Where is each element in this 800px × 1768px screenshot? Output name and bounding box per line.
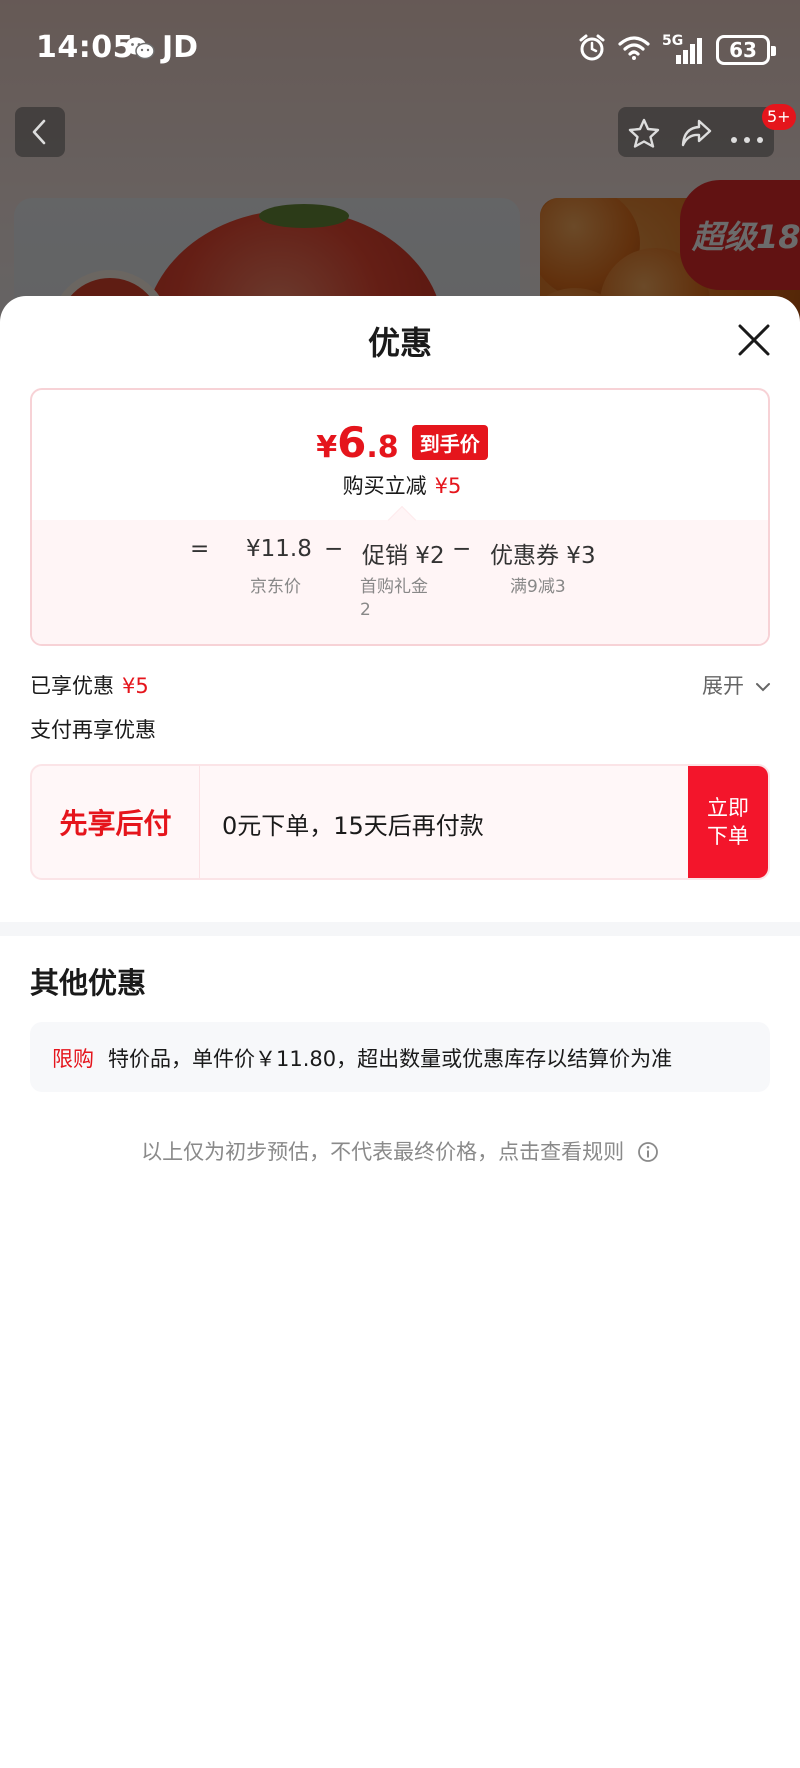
enjoyed-discount-row: 已享优惠 ¥5: [30, 670, 149, 700]
back-button[interactable]: [15, 107, 65, 157]
status-bar: 14:05 JD 5G 63: [0, 0, 800, 100]
buy-now-pay-later-card[interactable]: 先享后付 0元下单，15天后再付款 立即下单: [30, 764, 770, 880]
instant-discount-label: 购买立减: [342, 474, 427, 498]
expand-label: 展开: [702, 674, 744, 698]
bnpl-description: 0元下单，15天后再付款: [222, 812, 484, 840]
favorite-star-icon[interactable]: [628, 118, 660, 152]
instant-discount-row: 购买立减 ¥5: [32, 470, 768, 500]
formula-minus-2: −: [452, 536, 472, 562]
jd-price-label: 京东价: [250, 577, 301, 597]
formula-equals: =: [190, 536, 210, 562]
jd-price-value: ¥11.8: [246, 536, 312, 562]
limit-description: 特价品，单件价￥11.80，超出数量或优惠库存以结算价为准: [108, 1047, 673, 1071]
disclaimer-text: 以上仅为初步预估，不代表最终价格，点击查看规则: [141, 1140, 625, 1164]
final-price-decimal: .8: [366, 430, 399, 465]
final-price-row: ¥6.8 到手价: [32, 418, 768, 467]
price-formula: = ¥11.8 京东价 − 促销 ¥2 首购礼金 2 − 优惠券 ¥3 满9减3: [32, 536, 768, 620]
close-button[interactable]: [736, 322, 772, 358]
disclaimer-link[interactable]: 以上仅为初步预估，不代表最终价格，点击查看规则: [0, 1136, 800, 1166]
more-dots-icon[interactable]: [730, 129, 764, 148]
discount-sheet: 优惠 ¥6.8 到手价 购买立减 ¥5 = ¥11.8 京东价 − 促销 ¥2 首…: [0, 296, 800, 1768]
enjoyed-discount-amount: ¥5: [122, 674, 149, 698]
close-icon: [738, 324, 770, 356]
chevron-down-icon: [755, 683, 770, 692]
final-price: ¥6.8: [316, 418, 398, 467]
promo-label-line1: 首购礼金: [360, 577, 428, 597]
nav-actions-group: [618, 107, 774, 157]
coupon-label: 满9减3: [510, 577, 566, 597]
final-price-tag: 到手价: [411, 425, 488, 460]
other-discounts-title: 其他优惠: [30, 966, 147, 1000]
message-count-badge: 5+: [762, 104, 796, 130]
coupon-value: 优惠券 ¥3: [490, 543, 596, 569]
final-price-integer: 6: [337, 418, 367, 467]
sheet-title: 优惠: [367, 324, 432, 362]
purchase-limit-card: 限购 特价品，单件价￥11.80，超出数量或优惠库存以结算价为准: [30, 1022, 770, 1092]
info-icon: [637, 1142, 658, 1162]
wechat-icon: [125, 36, 155, 66]
battery-indicator: 63: [716, 35, 776, 65]
instant-discount-amount: ¥5: [434, 474, 462, 498]
bnpl-title: 先享后付: [32, 766, 200, 878]
limit-tag: 限购: [52, 1047, 94, 1071]
status-time: 14:05: [36, 30, 134, 65]
order-now-button[interactable]: 立即下单: [688, 766, 768, 878]
section-divider: [0, 922, 800, 936]
promo-label: 首购礼金 2: [360, 576, 428, 622]
pay-hint: 支付再享优惠: [30, 718, 156, 742]
status-carrier: JD: [162, 30, 199, 65]
signal-icon: 5G: [662, 33, 704, 65]
promo-value: 促销 ¥2: [362, 543, 445, 569]
expand-button[interactable]: 展开: [702, 670, 771, 700]
wifi-icon: [618, 35, 650, 65]
final-price-currency: ¥: [316, 430, 338, 465]
chevron-left-icon: [32, 119, 46, 145]
price-breakdown-card: ¥6.8 到手价 购买立减 ¥5 = ¥11.8 京东价 − 促销 ¥2 首购礼金…: [30, 388, 770, 646]
formula-minus-1: −: [324, 536, 344, 562]
promo-label-line2: 2: [360, 600, 371, 620]
alarm-icon: [578, 34, 606, 66]
status-right-group: 5G 63: [578, 33, 776, 66]
share-icon[interactable]: [680, 118, 712, 152]
enjoyed-discount-label: 已享优惠: [30, 674, 114, 698]
